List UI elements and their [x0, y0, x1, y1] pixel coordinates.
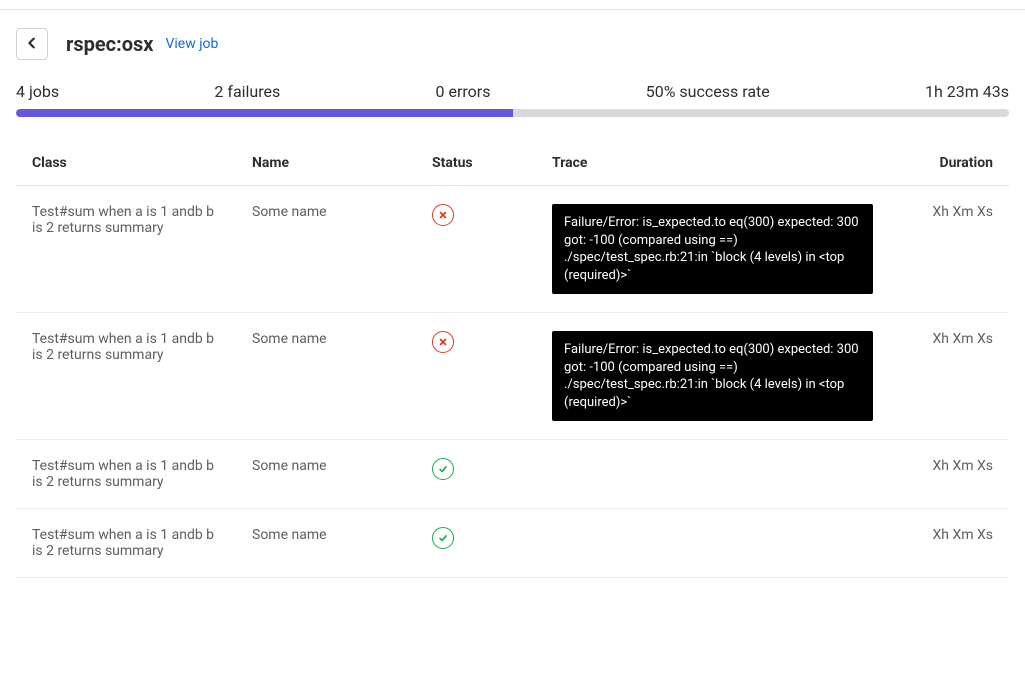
cell-status	[416, 313, 536, 440]
cell-class: Test#sum when a is 1 andb b is 2 returns…	[16, 313, 236, 440]
cell-duration: Xh Xm Xs	[889, 509, 1009, 578]
check-circle-icon	[432, 527, 454, 549]
col-header-class: Class	[16, 141, 236, 186]
chevron-left-icon	[25, 36, 39, 53]
cell-duration: Xh Xm Xs	[889, 440, 1009, 509]
cell-class: Test#sum when a is 1 andb b is 2 returns…	[16, 186, 236, 313]
col-header-trace: Trace	[536, 141, 889, 186]
cell-name: Some name	[236, 313, 416, 440]
table-row: Test#sum when a is 1 andb b is 2 returns…	[16, 186, 1009, 313]
cell-name: Some name	[236, 440, 416, 509]
cell-name: Some name	[236, 186, 416, 313]
stat-duration: 1h 23m 43s	[925, 82, 1009, 101]
cell-class: Test#sum when a is 1 andb b is 2 returns…	[16, 509, 236, 578]
view-job-link[interactable]: View job	[165, 36, 218, 52]
top-divider	[0, 0, 1025, 10]
stat-failures: 2 failures	[214, 82, 280, 101]
cell-status	[416, 440, 536, 509]
back-button[interactable]	[16, 28, 48, 60]
stats-row: 4 jobs 2 failures 0 errors 50% success r…	[0, 72, 1025, 109]
x-circle-icon	[432, 331, 454, 353]
trace-output: Failure/Error: is_expected.to eq(300) ex…	[552, 331, 873, 421]
cell-duration: Xh Xm Xs	[889, 313, 1009, 440]
progress-bar	[16, 109, 1009, 117]
header-row: rspec:osx View job	[0, 10, 1025, 72]
table-row: Test#sum when a is 1 andb b is 2 returns…	[16, 440, 1009, 509]
cell-class: Test#sum when a is 1 andb b is 2 returns…	[16, 440, 236, 509]
cell-trace	[536, 509, 889, 578]
cell-duration: Xh Xm Xs	[889, 186, 1009, 313]
cell-name: Some name	[236, 509, 416, 578]
cell-status	[416, 186, 536, 313]
tests-table: Class Name Status Trace Duration Test#su…	[16, 141, 1009, 578]
stat-success-rate: 50% success rate	[646, 82, 770, 101]
table-row: Test#sum when a is 1 andb b is 2 returns…	[16, 509, 1009, 578]
check-circle-icon	[432, 458, 454, 480]
cell-trace	[536, 440, 889, 509]
col-header-status: Status	[416, 141, 536, 186]
x-circle-icon	[432, 204, 454, 226]
trace-output: Failure/Error: is_expected.to eq(300) ex…	[552, 204, 873, 294]
col-header-name: Name	[236, 141, 416, 186]
stat-errors: 0 errors	[436, 82, 491, 101]
col-header-duration: Duration	[889, 141, 1009, 186]
cell-trace: Failure/Error: is_expected.to eq(300) ex…	[536, 313, 889, 440]
stat-jobs: 4 jobs	[16, 82, 59, 101]
progress-fill	[16, 109, 513, 117]
table-row: Test#sum when a is 1 andb b is 2 returns…	[16, 313, 1009, 440]
cell-trace: Failure/Error: is_expected.to eq(300) ex…	[536, 186, 889, 313]
job-title: rspec:osx	[66, 32, 153, 56]
cell-status	[416, 509, 536, 578]
